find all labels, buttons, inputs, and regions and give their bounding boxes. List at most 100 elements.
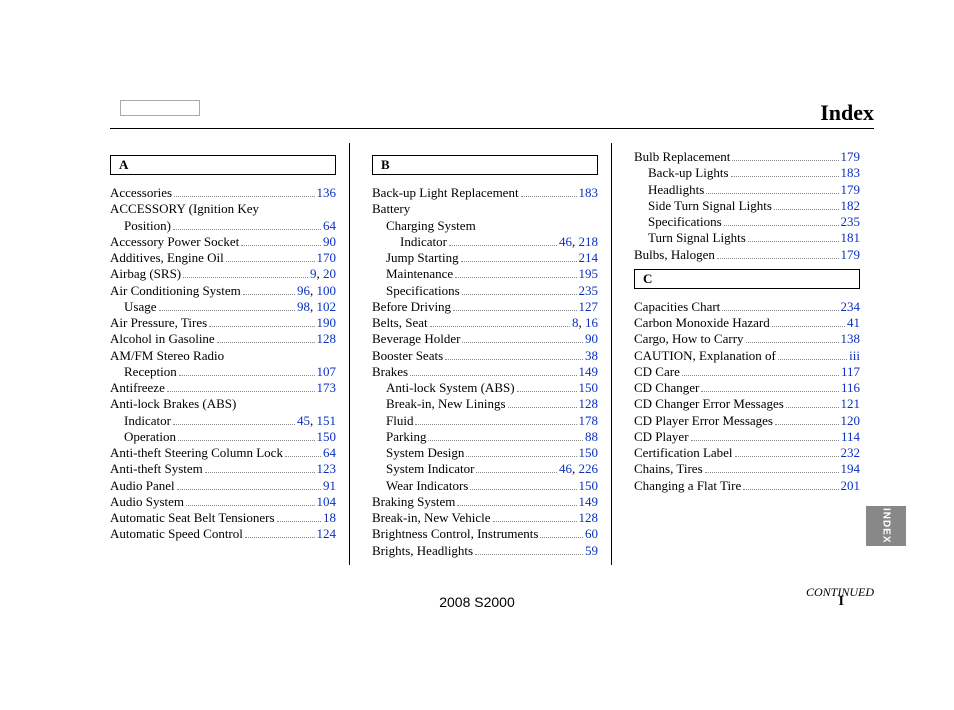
- page-link[interactable]: 90: [585, 331, 598, 346]
- index-entry: Parking 88: [372, 429, 598, 445]
- page-link[interactable]: 190: [317, 315, 337, 330]
- page-link[interactable]: 64: [323, 445, 336, 460]
- page-link[interactable]: 149: [579, 364, 599, 379]
- page-link[interactable]: 116: [841, 380, 860, 395]
- page-link[interactable]: 18: [323, 510, 336, 525]
- page-link[interactable]: 117: [841, 364, 860, 379]
- page-link[interactable]: 195: [579, 266, 599, 281]
- page-link[interactable]: 59: [585, 543, 598, 558]
- page-link[interactable]: 232: [841, 445, 861, 460]
- page-link[interactable]: 218: [579, 234, 599, 249]
- page-link[interactable]: 178: [579, 413, 599, 428]
- page-link[interactable]: 149: [579, 494, 599, 509]
- page-link[interactable]: iii: [849, 348, 860, 363]
- page-link[interactable]: 124: [317, 526, 337, 541]
- page-link[interactable]: 173: [317, 380, 337, 395]
- entry-label: Back-up Light Replacement: [372, 185, 519, 201]
- page-link[interactable]: 91: [323, 478, 336, 493]
- page-link[interactable]: 20: [323, 266, 336, 281]
- page-link[interactable]: 64: [323, 218, 336, 233]
- entry-pages: 232: [841, 445, 861, 461]
- entry-label: Charging System: [386, 218, 476, 234]
- page-link[interactable]: 38: [585, 348, 598, 363]
- page-link[interactable]: 88: [585, 429, 598, 444]
- page-link[interactable]: 151: [317, 413, 337, 428]
- page-link[interactable]: 150: [579, 478, 599, 493]
- index-entry: Beverage Holder 90: [372, 331, 598, 347]
- page-link[interactable]: 127: [579, 299, 599, 314]
- page-link[interactable]: 46: [559, 461, 572, 476]
- page-link[interactable]: 96: [297, 283, 310, 298]
- page-link[interactable]: 150: [579, 380, 599, 395]
- entry-label: Back-up Lights: [648, 165, 729, 181]
- page-link[interactable]: 120: [841, 413, 861, 428]
- page-link[interactable]: 214: [579, 250, 599, 265]
- page-link[interactable]: 182: [841, 198, 861, 213]
- page-link[interactable]: 9: [310, 266, 317, 281]
- page-link[interactable]: 183: [579, 185, 599, 200]
- page-link[interactable]: 98: [297, 299, 310, 314]
- entry-pages: 90: [323, 234, 336, 250]
- page-link[interactable]: 8: [572, 315, 579, 330]
- page-link[interactable]: 234: [841, 299, 861, 314]
- page-link[interactable]: 150: [317, 429, 337, 444]
- page-link[interactable]: 183: [841, 165, 861, 180]
- page-link[interactable]: 138: [841, 331, 861, 346]
- page-link[interactable]: 179: [841, 247, 861, 262]
- leader-dots: [701, 391, 839, 392]
- page-link[interactable]: 102: [317, 299, 337, 314]
- page-link[interactable]: 150: [579, 445, 599, 460]
- page-link[interactable]: 128: [579, 510, 599, 525]
- entry-label: System Design: [386, 445, 464, 461]
- page-link[interactable]: 41: [847, 315, 860, 330]
- entry-label: Alcohol in Gasoline: [110, 331, 215, 347]
- index-entry: Jump Starting214: [372, 250, 598, 266]
- index-entry: Accessory Power Socket90: [110, 234, 336, 250]
- page-link[interactable]: 179: [841, 182, 861, 197]
- entry-label: Carbon Monoxide Hazard: [634, 315, 770, 331]
- index-entry: Anti-lock Brakes (ABS): [110, 396, 336, 412]
- page-link[interactable]: 170: [317, 250, 337, 265]
- entry-pages: 150: [317, 429, 337, 445]
- page-link[interactable]: 90: [323, 234, 336, 249]
- entry-label: Specifications: [386, 283, 460, 299]
- entry-label: AM/FM Stereo Radio: [110, 348, 224, 364]
- leader-dots: [705, 472, 839, 473]
- page-link[interactable]: 179: [841, 149, 861, 164]
- page-link[interactable]: 136: [317, 185, 337, 200]
- page-link[interactable]: 60: [585, 526, 598, 541]
- index-entry: Break-in, New Linings128: [372, 396, 598, 412]
- index-entry: Booster Seats38: [372, 348, 598, 364]
- page-link[interactable]: 121: [841, 396, 861, 411]
- page-link[interactable]: 201: [841, 478, 861, 493]
- entry-pages: 128: [317, 331, 337, 347]
- page-link[interactable]: 114: [841, 429, 860, 444]
- entry-label: Beverage Holder: [372, 331, 460, 347]
- page-link[interactable]: 226: [579, 461, 599, 476]
- index-entry: Back-up Lights 183: [634, 165, 860, 181]
- page-link[interactable]: 123: [317, 461, 337, 476]
- page-link[interactable]: 104: [317, 494, 337, 509]
- index-entry: ACCESSORY (Ignition Key: [110, 201, 336, 217]
- page-link[interactable]: 128: [579, 396, 599, 411]
- entry-label: Automatic Speed Control: [110, 526, 243, 542]
- index-entry: Audio Panel91: [110, 478, 336, 494]
- page-link[interactable]: 16: [585, 315, 598, 330]
- page-link[interactable]: 128: [317, 331, 337, 346]
- page-link[interactable]: 181: [841, 230, 861, 245]
- page-link[interactable]: 107: [317, 364, 337, 379]
- index-entry: Fluid178: [372, 413, 598, 429]
- page-link[interactable]: 45: [297, 413, 310, 428]
- leader-dots: [462, 342, 583, 343]
- section-header-label: C: [639, 271, 656, 286]
- page-link[interactable]: 235: [841, 214, 861, 229]
- page-link[interactable]: 235: [579, 283, 599, 298]
- page-link[interactable]: 46: [559, 234, 572, 249]
- page-link[interactable]: 100: [317, 283, 337, 298]
- page-link[interactable]: 194: [841, 461, 861, 476]
- leader-dots: [772, 326, 845, 327]
- index-entry: CD Changer Error Messages121: [634, 396, 860, 412]
- leader-dots: [521, 196, 577, 197]
- entry-label: Parking: [386, 429, 426, 445]
- index-entry: Brights, Headlights59: [372, 543, 598, 559]
